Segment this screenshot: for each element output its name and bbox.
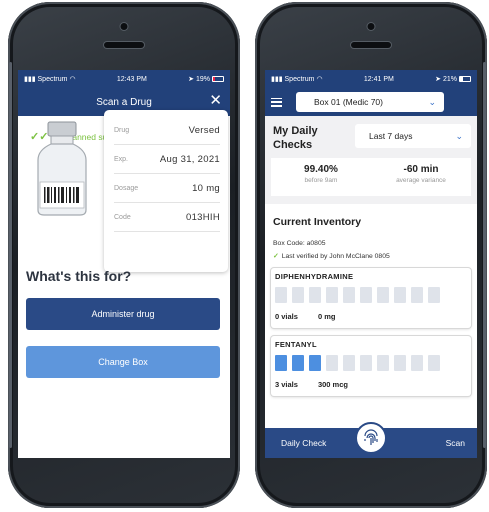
box-selector[interactable]: Box 01 (Medic 70) ⌄ [296,92,444,112]
carrier: ▮▮▮ Spectrum ◠ [271,76,323,83]
box-header: Box 01 (Medic 70) ⌄ [265,88,477,116]
vial-slot-empty [411,355,423,371]
vial-slot-empty [377,355,389,371]
daily-checks-title: My Daily Checks [273,125,318,151]
status-bar: ▮▮▮ Spectrum ◠ 12:41 PM ➤ 21% [265,70,477,88]
drug-card-fentanyl[interactable]: FENTANYL 3 vials 300 mcg [271,336,471,396]
vial-slot-empty [275,287,287,303]
battery-status: ➤ 21% [435,75,471,83]
left-screen: ▮▮▮ Spectrum ◠ 12:43 PM ➤ 19% Scan a Dru… [18,70,230,458]
drug-details-card: Drug Versed Exp. Aug 31, 2021 Dosage 10 … [104,110,228,272]
period-value: Last 7 days [369,131,413,141]
chevron-down-icon: ⌄ [455,130,463,141]
inventory-title: Current Inventory [273,216,362,228]
vial-slots [275,287,467,303]
dashboard: My Daily Checks Last 7 days ⌄ 99.40% bef… [265,116,477,458]
box-selector-value: Box 01 (Medic 70) [314,97,383,107]
vial-slot-empty [394,287,406,303]
vial-slot-empty [360,355,372,371]
carrier: ▮▮▮ Spectrum ◠ [24,76,76,83]
vial-slot-empty [343,287,355,303]
signal-icon: ▮▮▮ [24,76,36,83]
vial-slot-empty [343,355,355,371]
earpiece-speaker [351,42,391,48]
hamburger-menu-icon[interactable] [271,97,282,107]
close-icon[interactable]: ✕ [209,93,222,108]
page-title: Scan a Drug [96,96,152,108]
clock: 12:43 PM [116,75,147,83]
drug-quantity: 3 vials 300 mcg [275,380,348,389]
vial-slot-empty [326,355,338,371]
phone-edge [483,62,486,448]
vial-slot-empty [428,287,440,303]
drug-name: DIPHENHYDRAMINE [275,272,354,281]
location-icon: ➤ [188,76,195,83]
administer-drug-button[interactable]: Administer drug [26,298,220,330]
check-icon: ✓ [273,253,279,260]
wifi-icon: ◠ [69,76,76,83]
front-camera [367,23,375,30]
vial-slot-empty [326,287,338,303]
period-selector[interactable]: Last 7 days ⌄ [355,124,471,148]
purpose-question: What's this for? [26,268,132,284]
detail-row-expiration: Exp. Aug 31, 2021 [114,145,220,174]
front-camera [120,23,128,30]
vial-slot-empty [309,287,321,303]
last-verified: ✓ Last verified by John McClane 0805 [273,253,390,260]
clock: 12:41 PM [363,75,394,83]
vial-slot-empty [377,287,389,303]
detail-row-code: Code 013HIH [114,203,220,232]
vial-slot-empty [394,355,406,371]
right-screen: ▮▮▮ Spectrum ◠ 12:41 PM ➤ 21% Box 01 (Me… [265,70,477,458]
fingerprint-icon[interactable] [355,422,387,454]
daily-check-tab[interactable]: Daily Check [281,438,326,448]
current-inventory: Current Inventory Box Code: a0805 ✓ Last … [265,204,477,458]
battery-icon [211,76,224,83]
right-phone: ▮▮▮ Spectrum ◠ 12:41 PM ➤ 21% Box 01 (Me… [255,2,487,508]
vial-slot-filled [292,355,304,371]
wifi-icon: ◠ [316,76,323,83]
vial-slot-filled [275,355,287,371]
left-phone: ▮▮▮ Spectrum ◠ 12:43 PM ➤ 19% Scan a Dru… [8,2,240,508]
phone-edge [9,62,12,448]
drug-quantity: 0 vials 0 mg [275,312,336,321]
battery-icon [458,76,471,83]
stat-variance: -60 min average variance [396,164,446,184]
change-box-button[interactable]: Change Box [26,346,220,378]
vial-slot-empty [411,287,423,303]
vial-slot-filled [309,355,321,371]
scan-tab[interactable]: Scan [446,438,465,448]
battery-status: ➤ 19% [188,75,224,83]
vial-slot-empty [360,287,372,303]
chevron-down-icon: ⌄ [428,96,436,107]
vial-slot-empty [428,355,440,371]
status-bar: ▮▮▮ Spectrum ◠ 12:43 PM ➤ 19% [18,70,230,88]
detail-row-dosage: Dosage 10 mg [114,174,220,203]
drug-name: FENTANYL [275,340,317,349]
vial-slot-empty [292,287,304,303]
signal-icon: ▮▮▮ [271,76,283,83]
box-code: Box Code: a0805 [273,240,326,247]
detail-row-drug: Drug Versed [114,116,220,145]
drug-vial-image [37,121,87,216]
vial-slots [275,355,467,371]
location-icon: ➤ [435,76,442,83]
stats-card: 99.40% before 9am -60 min average varian… [271,158,471,196]
drug-card-diphenhydramine[interactable]: DIPHENHYDRAMINE 0 vials 0 mg [271,268,471,328]
earpiece-speaker [104,42,144,48]
stat-on-time: 99.40% before 9am [304,164,338,184]
